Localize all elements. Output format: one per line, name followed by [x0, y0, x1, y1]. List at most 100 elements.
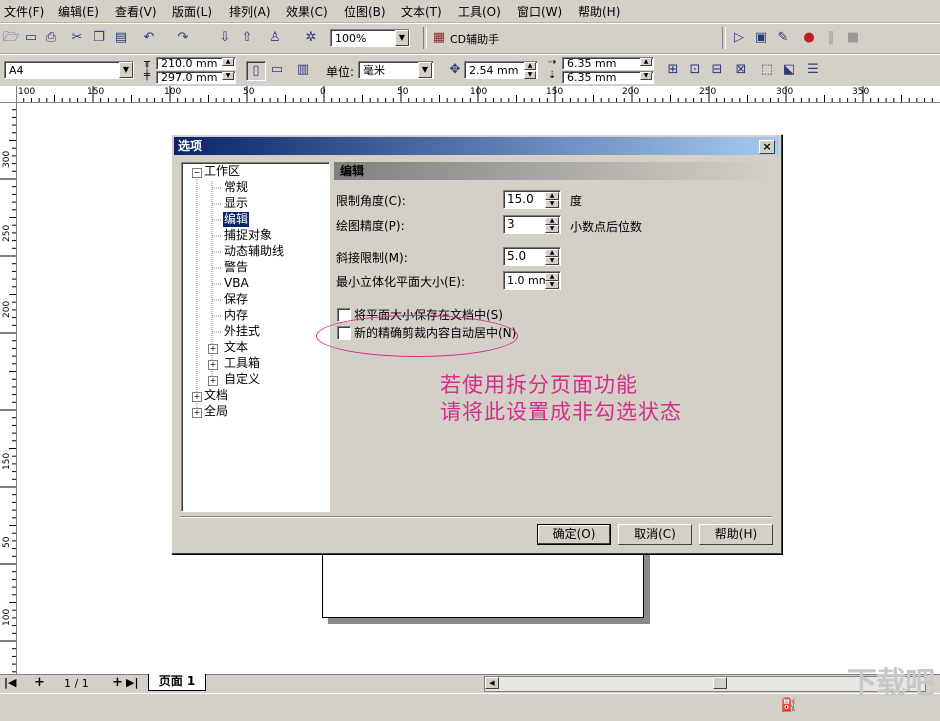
spin-down-icon[interactable]: ▼ [545, 200, 559, 208]
cancel-button[interactable]: 取消(C) [618, 524, 692, 545]
chevron-down-icon[interactable]: ▼ [119, 62, 133, 78]
expand-icon[interactable]: + [208, 376, 218, 386]
tree-item-display[interactable]: 显示 [224, 196, 248, 211]
export-icon[interactable]: ⇧ [238, 29, 256, 47]
menu-arrange[interactable]: 排列(A) [229, 3, 271, 20]
paste-icon[interactable]: ▤ [112, 29, 130, 47]
tree-item-text[interactable]: 文本 [224, 340, 248, 355]
spin-down-icon[interactable]: ▼ [222, 72, 234, 80]
record-icon[interactable]: ● [800, 29, 818, 47]
tree-item-warnings[interactable]: 警告 [224, 260, 248, 275]
corel-online-icon[interactable]: ✲ [302, 29, 320, 47]
tree-item-workspace[interactable]: 工作区 [204, 164, 240, 179]
pause-icon[interactable]: ‖ [822, 29, 840, 47]
menu-tools[interactable]: 工具(O) [458, 3, 501, 20]
add-page-after-icon[interactable]: + [112, 675, 123, 690]
spin-up-icon[interactable]: ▲ [222, 58, 234, 66]
options-icon[interactable]: ☰ [804, 61, 822, 79]
launcher-icon[interactable]: ♙ [266, 29, 284, 47]
snap-guides-icon[interactable]: ⊡ [686, 61, 704, 79]
page-tab[interactable]: 页面 1 [148, 674, 206, 691]
dynamic-guides-icon[interactable]: ⊠ [732, 61, 750, 79]
ok-button[interactable]: 确定(O) [537, 524, 611, 545]
save-icon[interactable]: ▭ [22, 29, 40, 47]
tree-item-vba[interactable]: VBA [224, 276, 249, 291]
expand-icon[interactable]: + [208, 344, 218, 354]
snap-grid-icon[interactable]: ⊞ [664, 61, 682, 79]
menu-layout[interactable]: 版面(L) [172, 3, 212, 20]
import-icon[interactable]: ⇩ [216, 29, 234, 47]
help-button[interactable]: 帮助(H) [699, 524, 773, 545]
spin-down-icon[interactable]: ▼ [640, 72, 652, 80]
helper-label[interactable]: CD辅助手 [450, 31, 499, 47]
spin-down-icon[interactable]: ▼ [545, 281, 559, 289]
tree-item-document[interactable]: 文档 [204, 388, 228, 403]
expand-icon[interactable]: + [208, 360, 218, 370]
chevron-down-icon[interactable]: ▼ [395, 30, 409, 46]
spin-down-icon[interactable]: ▼ [545, 225, 559, 233]
menu-text[interactable]: 文本(T) [401, 3, 442, 20]
landscape-icon[interactable]: ▭ [268, 61, 286, 79]
spin-up-icon[interactable]: ▲ [545, 192, 559, 200]
stop-icon[interactable]: ■ [844, 29, 862, 47]
menu-bitmaps[interactable]: 位图(B) [344, 3, 386, 20]
undo-icon[interactable]: ↶ [140, 29, 158, 47]
vertical-ruler[interactable]: 300 250 200 150 100 50 [0, 102, 17, 674]
tree-item-memory[interactable]: 内存 [224, 308, 248, 323]
paper-size-select[interactable]: A4 [4, 61, 134, 79]
edit-chart-icon[interactable]: ✎ [774, 29, 792, 47]
constrain-angle-input[interactable]: 15.0 ▲ ▼ [503, 190, 561, 209]
first-page-icon[interactable]: |◀ [4, 676, 16, 689]
snap-objects-icon[interactable]: ⊟ [708, 61, 726, 79]
dialog-titlebar[interactable]: 选项 × [174, 137, 779, 155]
open-icon[interactable]: 🗁 [2, 29, 20, 47]
options-tree[interactable]: − 工作区 常规 显示 编辑 捕捉对象 动态辅助线 警告 VBA 保存 内存 外… [181, 162, 330, 512]
collapse-icon[interactable]: − [192, 168, 202, 178]
tree-item-dynamic-guides[interactable]: 动态辅助线 [224, 244, 284, 259]
cut-icon[interactable]: ✂ [68, 29, 86, 47]
precision-input[interactable]: 3 ▲ ▼ [503, 215, 561, 234]
select-tool-icon[interactable]: ⬚ [758, 61, 776, 79]
ruler-corner[interactable] [0, 86, 17, 103]
tree-item-snap-objects[interactable]: 捕捉对象 [224, 228, 272, 243]
spin-down-icon[interactable]: ▼ [545, 257, 559, 265]
portrait-icon[interactable]: ▯ [246, 61, 266, 81]
miter-limit-input[interactable]: 5.0 ▲ ▼ [503, 247, 561, 266]
add-page-before-icon[interactable]: + [34, 675, 45, 690]
last-page-icon[interactable]: ▶| [126, 676, 138, 689]
copy-icon[interactable]: ❐ [90, 29, 108, 47]
spin-down-icon[interactable]: ▼ [524, 71, 536, 79]
min-extrude-input[interactable]: 1.0 mm ▲ ▼ [503, 271, 561, 290]
menu-effects[interactable]: 效果(C) [286, 3, 328, 20]
menu-window[interactable]: 窗口(W) [517, 3, 562, 20]
menu-edit[interactable]: 编辑(E) [58, 3, 99, 20]
scroll-left-icon[interactable]: ◀ [485, 677, 499, 689]
tree-item-general[interactable]: 常规 [224, 180, 248, 195]
horizontal-ruler[interactable]: 100 150 100 50 0 50 100 150 200 250 300 … [16, 86, 940, 103]
tree-item-global[interactable]: 全局 [204, 404, 228, 419]
expand-icon[interactable]: + [192, 392, 202, 402]
tree-item-edit[interactable]: 编辑 [223, 212, 250, 227]
spin-up-icon[interactable]: ▲ [640, 58, 652, 66]
play-icon[interactable]: ▷ [730, 29, 748, 47]
expand-icon[interactable]: + [192, 408, 202, 418]
tree-item-toolbox[interactable]: 工具箱 [224, 356, 260, 371]
spin-up-icon[interactable]: ▲ [545, 217, 559, 225]
close-button[interactable]: × [759, 140, 775, 154]
menu-help[interactable]: 帮助(H) [578, 3, 620, 20]
menu-file[interactable]: 文件(F) [4, 3, 44, 20]
redo-icon[interactable]: ↷ [174, 29, 192, 47]
spin-up-icon[interactable]: ▲ [545, 249, 559, 257]
pick-tool-icon[interactable]: ⬕ [780, 61, 798, 79]
spin-up-icon[interactable]: ▲ [545, 273, 559, 281]
scroll-thumb[interactable] [713, 677, 727, 689]
print-icon[interactable]: ⎙ [42, 29, 60, 47]
fill-bucket-icon[interactable]: ⛽ [780, 697, 798, 715]
chevron-down-icon[interactable]: ▼ [418, 62, 432, 78]
menu-view[interactable]: 查看(V) [115, 3, 157, 20]
tree-item-customize[interactable]: 自定义 [224, 372, 260, 387]
image-icon[interactable]: ▣ [752, 29, 770, 47]
all-pages-icon[interactable]: ▥ [294, 61, 312, 79]
tree-item-save[interactable]: 保存 [224, 292, 248, 307]
tree-item-plugins[interactable]: 外挂式 [224, 324, 260, 339]
